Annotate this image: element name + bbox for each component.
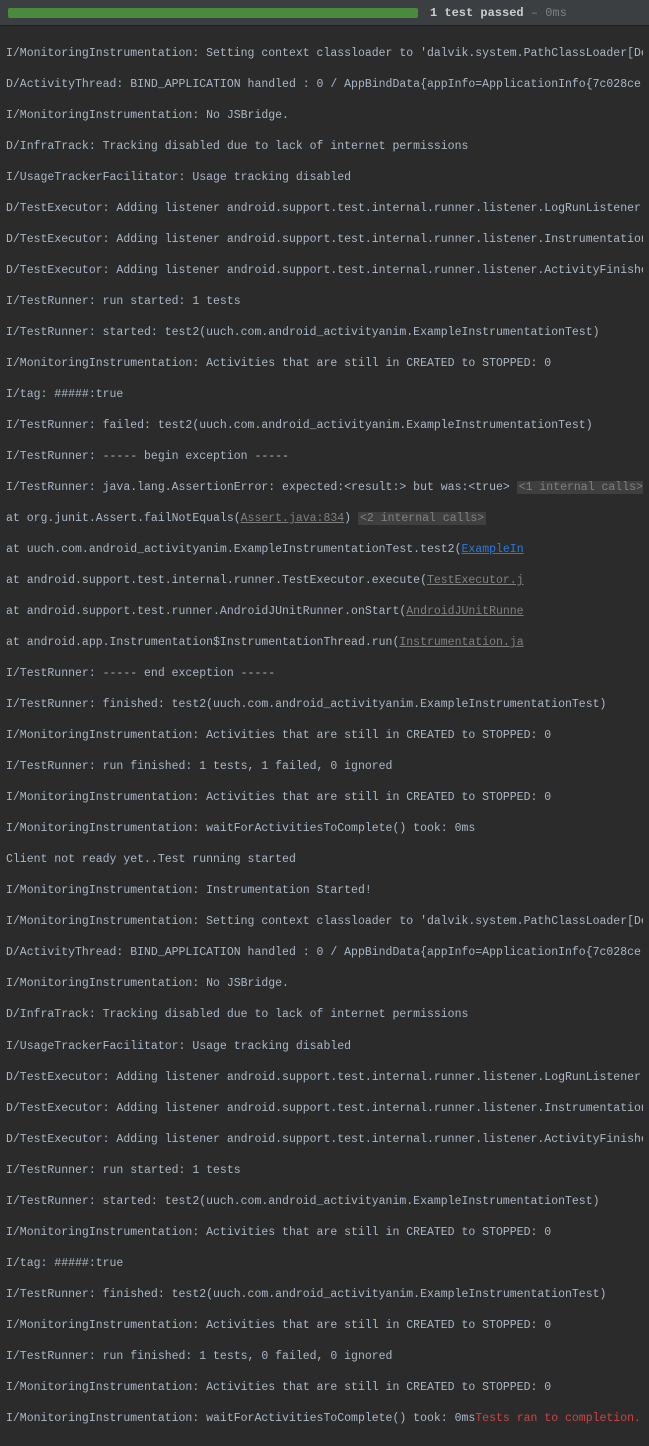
- log-line: D/TestExecutor: Adding listener android.…: [6, 1132, 643, 1148]
- log-line: D/TestExecutor: Adding listener android.…: [6, 263, 643, 279]
- internal-calls-hint: <1 internal calls>: [517, 481, 643, 494]
- log-line: at android.app.Instrumentation$Instrumen…: [6, 635, 643, 651]
- log-line: I/UsageTrackerFacilitator: Usage trackin…: [6, 1039, 643, 1055]
- log-line: I/MonitoringInstrumentation: Activities …: [6, 790, 643, 806]
- log-line: I/MonitoringInstrumentation: Setting con…: [6, 46, 643, 62]
- log-line: D/ActivityThread: BIND_APPLICATION handl…: [6, 945, 643, 961]
- console-output[interactable]: I/MonitoringInstrumentation: Setting con…: [0, 26, 649, 1446]
- log-line: I/TestRunner: run finished: 1 tests, 0 f…: [6, 1349, 643, 1365]
- elapsed-time: – 0ms: [524, 6, 567, 20]
- log-line: I/TestRunner: run started: 1 tests: [6, 1163, 643, 1179]
- source-link[interactable]: Instrumentation.ja: [399, 636, 523, 649]
- log-line: D/TestExecutor: Adding listener android.…: [6, 1070, 643, 1086]
- stack-text: at org.junit.Assert.failNotEquals(: [6, 512, 241, 525]
- log-line: I/MonitoringInstrumentation: waitForActi…: [6, 821, 643, 837]
- stack-text: at android.support.test.internal.runner.…: [6, 574, 427, 587]
- source-link[interactable]: Assert.java:834: [241, 512, 345, 525]
- log-line: D/InfraTrack: Tracking disabled due to l…: [6, 139, 643, 155]
- log-line: I/TestRunner: failed: test2(uuch.com.and…: [6, 418, 643, 434]
- log-line: I/MonitoringInstrumentation: Instrumenta…: [6, 883, 643, 899]
- stack-text: ): [344, 512, 358, 525]
- log-line: at org.junit.Assert.failNotEquals(Assert…: [6, 511, 643, 527]
- log-line: I/TestRunner: started: test2(uuch.com.an…: [6, 325, 643, 341]
- log-line: I/TestRunner: java.lang.AssertionError: …: [6, 480, 643, 496]
- log-line: I/MonitoringInstrumentation: Activities …: [6, 1318, 643, 1334]
- log-line: I/MonitoringInstrumentation: Activities …: [6, 1380, 643, 1396]
- log-text: I/MonitoringInstrumentation: waitForActi…: [6, 1412, 475, 1425]
- stack-text: at android.support.test.runner.AndroidJU…: [6, 605, 406, 618]
- source-link[interactable]: ExampleIn: [461, 543, 523, 556]
- log-line: I/tag: #####:true: [6, 1256, 643, 1272]
- test-status-bar: 1 test passed – 0ms: [0, 0, 649, 26]
- log-line: I/MonitoringInstrumentation: Activities …: [6, 1225, 643, 1241]
- completion-message: Tests ran to completion.: [475, 1412, 641, 1425]
- log-line: D/TestExecutor: Adding listener android.…: [6, 201, 643, 217]
- log-line: at uuch.com.android_activityanim.Example…: [6, 542, 643, 558]
- source-link[interactable]: AndroidJUnitRunne: [406, 605, 523, 618]
- log-line: at android.support.test.runner.AndroidJU…: [6, 604, 643, 620]
- progress-fill: [8, 8, 418, 18]
- log-line: D/ActivityThread: BIND_APPLICATION handl…: [6, 77, 643, 93]
- progress-bar: [8, 8, 418, 18]
- log-line: I/TestRunner: ----- end exception -----: [6, 666, 643, 682]
- stack-text: at uuch.com.android_activityanim.Example…: [6, 543, 461, 556]
- log-line: I/TestRunner: run finished: 1 tests, 1 f…: [6, 759, 643, 775]
- log-line: I/MonitoringInstrumentation: Activities …: [6, 356, 643, 372]
- log-line: Client not ready yet..Test running start…: [6, 852, 643, 868]
- log-line: I/TestRunner: run started: 1 tests: [6, 294, 643, 310]
- tests-passed-label: 1 test passed: [430, 6, 524, 20]
- stack-text: at android.app.Instrumentation$Instrumen…: [6, 636, 399, 649]
- log-line: I/UsageTrackerFacilitator: Usage trackin…: [6, 170, 643, 186]
- internal-calls-hint: <2 internal calls>: [358, 512, 486, 525]
- log-line: at android.support.test.internal.runner.…: [6, 573, 643, 589]
- status-text: 1 test passed – 0ms: [430, 6, 567, 20]
- log-line: I/MonitoringInstrumentation: No JSBridge…: [6, 108, 643, 124]
- source-link[interactable]: TestExecutor.j: [427, 574, 524, 587]
- log-line: D/TestExecutor: Adding listener android.…: [6, 1101, 643, 1117]
- log-line: I/TestRunner: ----- begin exception ----…: [6, 449, 643, 465]
- log-line: D/TestExecutor: Adding listener android.…: [6, 232, 643, 248]
- log-line: I/TestRunner: finished: test2(uuch.com.a…: [6, 1287, 643, 1303]
- log-line: I/MonitoringInstrumentation: Setting con…: [6, 914, 643, 930]
- stack-text: I/TestRunner: java.lang.AssertionError: …: [6, 481, 517, 494]
- log-line: I/tag: #####:true: [6, 387, 643, 403]
- log-line: I/TestRunner: started: test2(uuch.com.an…: [6, 1194, 643, 1210]
- log-line: I/MonitoringInstrumentation: Activities …: [6, 728, 643, 744]
- log-line: I/MonitoringInstrumentation: waitForActi…: [6, 1411, 643, 1427]
- log-line: D/InfraTrack: Tracking disabled due to l…: [6, 1007, 643, 1023]
- log-line: I/MonitoringInstrumentation: No JSBridge…: [6, 976, 643, 992]
- log-line: I/TestRunner: finished: test2(uuch.com.a…: [6, 697, 643, 713]
